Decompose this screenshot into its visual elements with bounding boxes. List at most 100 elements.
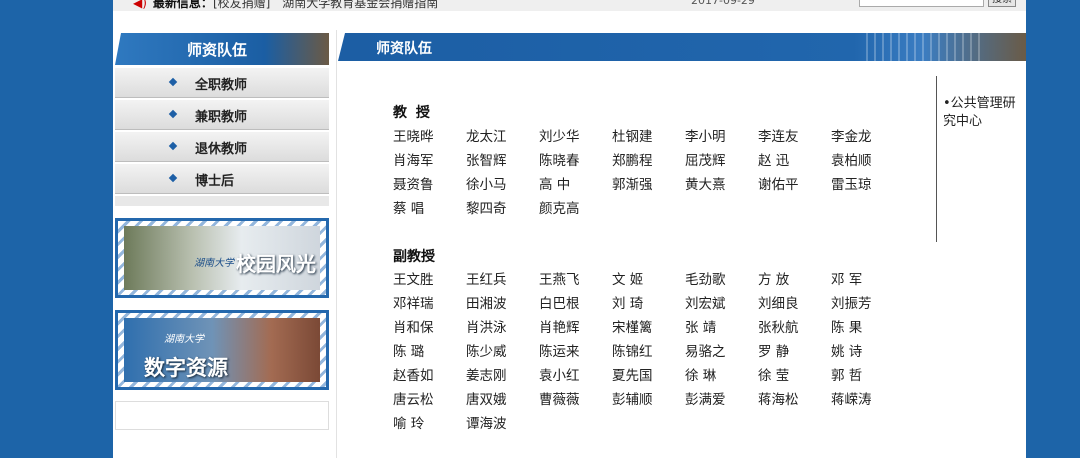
- teacher-name-link[interactable]: 刘振芳: [831, 292, 904, 316]
- teacher-name-link[interactable]: 夏先国: [612, 364, 685, 388]
- sidebar-divider: [115, 196, 329, 206]
- teacher-name-link[interactable]: 郭渐强: [612, 173, 685, 197]
- digital-resources-banner[interactable]: 湖南大学 数字资源: [115, 310, 329, 390]
- teacher-name-link[interactable]: 徐 莹: [758, 364, 831, 388]
- teacher-name-link[interactable]: 陈 璐: [393, 340, 466, 364]
- teacher-name-link[interactable]: 谭海波: [466, 412, 539, 436]
- teacher-name-link[interactable]: 蒋海松: [758, 388, 831, 412]
- teacher-name-link[interactable]: 刘少华: [539, 125, 612, 149]
- teacher-name-link[interactable]: 肖和保: [393, 316, 466, 340]
- sidebar-item-parttime[interactable]: 兼职教师: [115, 100, 329, 130]
- associate-section-title: 副教授: [393, 249, 435, 265]
- campus-scenery-banner[interactable]: 湖南大学 校园风光: [115, 218, 329, 298]
- teacher-name-link[interactable]: 王晓晔: [393, 125, 466, 149]
- teacher-name-link[interactable]: 雷玉琼: [831, 173, 904, 197]
- teacher-name-link[interactable]: 蒋嵘涛: [831, 388, 904, 412]
- diamond-bullet-icon: [168, 109, 178, 119]
- teacher-name-link[interactable]: 邓祥瑞: [393, 292, 466, 316]
- teacher-name-link[interactable]: 徐小马: [466, 173, 539, 197]
- teacher-name-link[interactable]: 肖艳辉: [539, 316, 612, 340]
- sidebar-item-label: 退休教师: [195, 142, 248, 157]
- banner-image: 湖南大学 数字资源: [124, 318, 320, 382]
- teacher-name-link[interactable]: 郭 哲: [831, 364, 904, 388]
- teacher-name-link[interactable]: 张 靖: [685, 316, 758, 340]
- teacher-name-link[interactable]: 彭辅顺: [612, 388, 685, 412]
- page-container: ◀) 最新信息：[校友捐赠] 湖南大学教育基金会捐赠指南 2017-09-29 搜…: [113, 0, 1026, 458]
- diamond-bullet-icon: [168, 141, 178, 151]
- teacher-name-link[interactable]: 陈晓春: [539, 149, 612, 173]
- teacher-name-link[interactable]: 姚 诗: [831, 340, 904, 364]
- teacher-name-link[interactable]: 徐 琳: [685, 364, 758, 388]
- banner-image: 湖南大学 校园风光: [124, 226, 320, 290]
- teacher-name-link[interactable]: 罗 静: [758, 340, 831, 364]
- teacher-name-link[interactable]: 谢佑平: [758, 173, 831, 197]
- teacher-name-link[interactable]: 毛劲歌: [685, 268, 758, 292]
- teacher-name-link[interactable]: 李金龙: [831, 125, 904, 149]
- university-emblem: 湖南大学: [164, 334, 204, 345]
- teacher-name-link[interactable]: 王文胜: [393, 268, 466, 292]
- sidebar-item-postdoc[interactable]: 博士后: [115, 164, 329, 194]
- teacher-name-link[interactable]: 彭满爱: [685, 388, 758, 412]
- teacher-name-link[interactable]: 黎四奇: [466, 197, 539, 221]
- teacher-name-link[interactable]: 袁小红: [539, 364, 612, 388]
- teacher-name-link[interactable]: 肖洪泳: [466, 316, 539, 340]
- teacher-name-link[interactable]: 姜志刚: [466, 364, 539, 388]
- sidebar-item-fulltime[interactable]: 全职教师: [115, 68, 329, 98]
- news-text[interactable]: [校友捐赠] 湖南大学教育基金会捐赠指南: [213, 0, 438, 10]
- teacher-name-link[interactable]: 文 姬: [612, 268, 685, 292]
- teacher-name-link[interactable]: 唐云松: [393, 388, 466, 412]
- teacher-name-link[interactable]: 聂资鲁: [393, 173, 466, 197]
- teacher-name-link[interactable]: 方 放: [758, 268, 831, 292]
- teacher-name-link[interactable]: 袁柏顺: [831, 149, 904, 173]
- teacher-name-link[interactable]: 唐双娥: [466, 388, 539, 412]
- teacher-name-link[interactable]: 陈 果: [831, 316, 904, 340]
- teacher-name-link[interactable]: 高 中: [539, 173, 612, 197]
- header-pattern: [866, 33, 986, 61]
- sidebar-title: 师资队伍: [187, 41, 248, 59]
- teacher-name-link[interactable]: 李小明: [685, 125, 758, 149]
- teacher-name-link[interactable]: 喻 玲: [393, 412, 466, 436]
- teacher-name-link[interactable]: 陈锦红: [612, 340, 685, 364]
- teacher-name-link[interactable]: 白巴根: [539, 292, 612, 316]
- public-management-center-link[interactable]: •公共管理研究中心: [943, 95, 1023, 131]
- sidebar-item-label: 全职教师: [195, 78, 248, 93]
- news-ticker[interactable]: ◀) 最新信息：[校友捐赠] 湖南大学教育基金会捐赠指南: [133, 0, 438, 11]
- teacher-name-link[interactable]: 易骆之: [685, 340, 758, 364]
- teacher-name-link[interactable]: 赵 迅: [758, 149, 831, 173]
- teacher-name-link[interactable]: 曹薇薇: [539, 388, 612, 412]
- teacher-name-link[interactable]: 王红兵: [466, 268, 539, 292]
- teacher-name-link[interactable]: 张智辉: [466, 149, 539, 173]
- teacher-name-link[interactable]: 宋槿篱: [612, 316, 685, 340]
- search-input[interactable]: [859, 0, 984, 7]
- sidebar-item-label: 博士后: [195, 174, 235, 189]
- teacher-name-link[interactable]: 杜钢建: [612, 125, 685, 149]
- teacher-name-link[interactable]: 郑鹏程: [612, 149, 685, 173]
- sidebar-item-retired[interactable]: 退休教师: [115, 132, 329, 162]
- teacher-name-link[interactable]: 李连友: [758, 125, 831, 149]
- banner-text: 数字资源: [144, 355, 228, 380]
- teacher-name-link[interactable]: 刘 琦: [612, 292, 685, 316]
- teacher-name-link[interactable]: 邓 军: [831, 268, 904, 292]
- teacher-name-link[interactable]: 蔡 唱: [393, 197, 466, 221]
- teacher-name-link[interactable]: 刘细良: [758, 292, 831, 316]
- teacher-name-link[interactable]: 田湘波: [466, 292, 539, 316]
- teacher-name-link[interactable]: 肖海军: [393, 149, 466, 173]
- teacher-name-link[interactable]: 王燕飞: [539, 268, 612, 292]
- teacher-name-link[interactable]: 颜克高: [539, 197, 612, 221]
- news-date: 2017-09-29: [691, 0, 755, 7]
- professor-section-title: 教 授: [393, 105, 432, 121]
- associate-professor-list: 王文胜 王红兵 王燕飞文 姬毛劲歌方 放邓 军邓祥瑞 田湘波 白巴根刘 琦刘宏斌 刘细良刘…: [393, 268, 904, 436]
- teacher-name-link[interactable]: 张秋航: [758, 316, 831, 340]
- teacher-name-link[interactable]: 陈运来: [539, 340, 612, 364]
- teacher-name-link[interactable]: 屈茂辉: [685, 149, 758, 173]
- column-divider: [336, 30, 337, 458]
- top-news-bar: ◀) 最新信息：[校友捐赠] 湖南大学教育基金会捐赠指南 2017-09-29 搜…: [113, 0, 1026, 11]
- banner-text: 校园风光: [236, 252, 316, 276]
- search-button[interactable]: 搜索: [988, 0, 1016, 7]
- teacher-name-link[interactable]: 赵香如: [393, 364, 466, 388]
- teacher-name-link[interactable]: 刘宏斌: [685, 292, 758, 316]
- teacher-name-link[interactable]: 龙太江: [466, 125, 539, 149]
- professor-list: 王晓晔 龙太江 刘少华 杜钢建 李小明 李连友 李金龙肖海军 张智辉 陈晓春 郑鹏程 屈茂辉赵 迅袁…: [393, 125, 904, 221]
- teacher-name-link[interactable]: 陈少威: [466, 340, 539, 364]
- teacher-name-link[interactable]: 黄大熹: [685, 173, 758, 197]
